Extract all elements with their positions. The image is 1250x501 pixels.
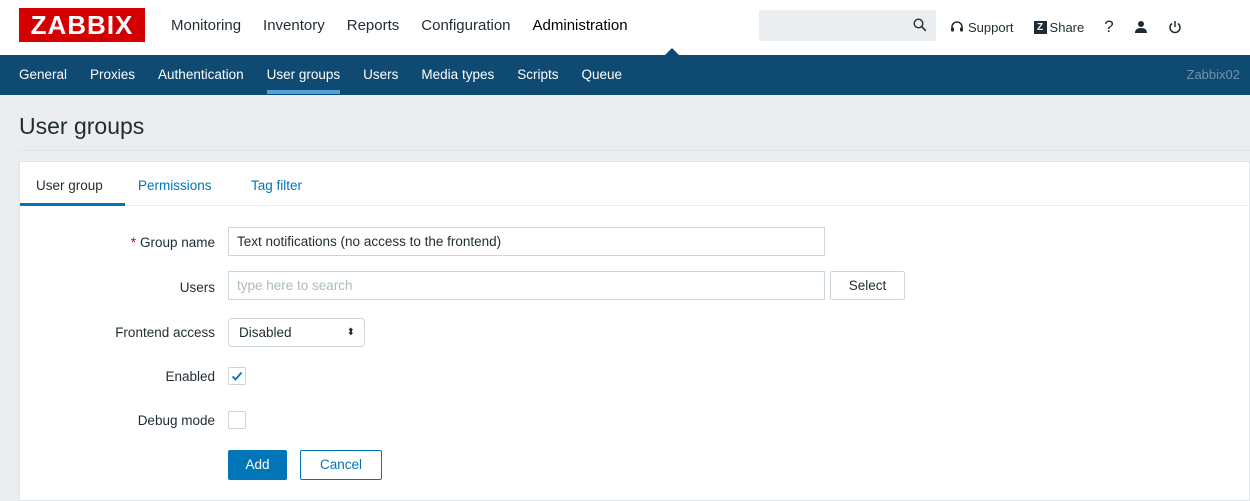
sub-navigation: General Proxies Authentication User grou… — [0, 55, 1250, 95]
search-input[interactable] — [760, 11, 905, 40]
cancel-button[interactable]: Cancel — [300, 450, 382, 480]
power-icon[interactable] — [1168, 20, 1182, 34]
subnav-proxies[interactable]: Proxies — [90, 67, 135, 82]
enabled-checkbox[interactable] — [228, 367, 246, 385]
user-icon[interactable] — [1134, 20, 1148, 34]
menu-administration[interactable]: Administration — [533, 17, 628, 34]
support-link[interactable]: Support — [950, 20, 1014, 35]
subnav-queue[interactable]: Queue — [581, 67, 622, 82]
support-label: Support — [968, 19, 1014, 35]
tab-permissions[interactable]: Permissions — [138, 178, 212, 193]
search-icon[interactable] — [913, 18, 927, 35]
group-name-input[interactable] — [228, 227, 825, 256]
help-icon[interactable]: ? — [1104, 17, 1113, 37]
subnav-user-groups[interactable]: User groups — [266, 67, 340, 94]
select-users-button[interactable]: Select — [830, 271, 905, 300]
share-link[interactable]: Z Share — [1033, 19, 1085, 35]
add-button[interactable]: Add — [228, 450, 287, 480]
page-title: User groups — [19, 113, 145, 139]
debug-mode-label: Debug mode — [137, 413, 215, 428]
form-tabs: User group Permissions Tag filter — [20, 162, 1249, 206]
zabbix-logo[interactable]: ZABBIX — [19, 8, 145, 42]
users-label: Users — [179, 280, 215, 295]
headset-icon — [951, 21, 963, 32]
menu-reports[interactable]: Reports — [347, 17, 400, 34]
enabled-label: Enabled — [165, 369, 215, 384]
subnav-authentication[interactable]: Authentication — [158, 67, 244, 82]
top-right-tools: Support Z Share ? — [950, 17, 1202, 37]
share-z-icon: Z — [1033, 20, 1047, 34]
active-tab-underline — [20, 203, 125, 206]
required-marker: * — [130, 235, 136, 250]
debug-mode-checkbox[interactable] — [228, 411, 246, 429]
title-divider — [19, 150, 1250, 151]
subnav-general[interactable]: General — [19, 67, 67, 82]
search-box[interactable] — [759, 10, 936, 41]
tab-user-group[interactable]: User group — [36, 178, 103, 193]
tab-tag-filter[interactable]: Tag filter — [251, 178, 302, 193]
group-name-label: * Group name — [130, 235, 215, 250]
share-label: Share — [1049, 19, 1085, 35]
menu-inventory[interactable]: Inventory — [263, 17, 325, 34]
subnav-users[interactable]: Users — [363, 67, 398, 82]
user-group-form: User group Permissions Tag filter * Group… — [19, 161, 1250, 501]
subnav-media-types[interactable]: Media types — [421, 67, 494, 82]
server-name: Zabbix02 — [1186, 67, 1240, 82]
subnav-scripts[interactable]: Scripts — [517, 67, 558, 82]
active-menu-caret — [665, 48, 679, 55]
frontend-access-label: Frontend access — [115, 325, 215, 340]
frontend-access-select[interactable]: Disabled ⬍ — [228, 318, 365, 347]
frontend-access-value: Disabled — [239, 325, 292, 340]
top-header: ZABBIX Monitoring Inventory Reports Conf… — [0, 0, 1250, 55]
checkmark-icon — [231, 371, 243, 381]
top-menu: Monitoring Inventory Reports Configurati… — [171, 17, 650, 34]
menu-monitoring[interactable]: Monitoring — [171, 17, 241, 34]
users-search-input[interactable] — [228, 271, 825, 300]
select-arrows-icon: ⬍ — [346, 327, 355, 338]
menu-configuration[interactable]: Configuration — [421, 17, 510, 34]
